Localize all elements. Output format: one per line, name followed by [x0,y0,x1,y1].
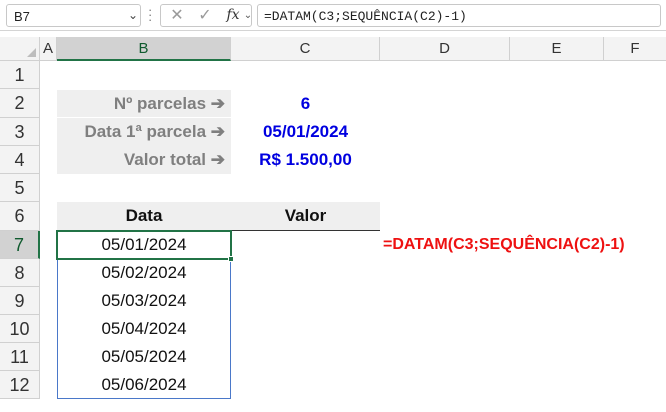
table-header-data: Data [57,202,231,230]
row-header-2[interactable]: 2 [0,89,40,118]
row-header-11[interactable]: 11 [0,343,40,371]
enter-icon[interactable]: ✓ [195,5,215,26]
date-cell-b8[interactable]: 05/02/2024 [57,259,231,287]
cancel-icon[interactable]: ✕ [167,5,187,26]
name-box[interactable]: B7 ⌄ [6,4,141,27]
select-all-corner[interactable] [0,37,40,61]
row-header-6[interactable]: 6 [0,202,40,231]
column-header-a[interactable]: A [40,37,57,61]
more-options-icon[interactable]: · · · [148,3,152,26]
row-header-3[interactable]: 3 [0,118,40,146]
row-header-12[interactable]: 12 [0,371,40,399]
date-cell-b11[interactable]: 05/05/2024 [57,343,231,371]
param-value-first-date[interactable]: 05/01/2024 [231,118,380,146]
param-value-total[interactable]: R$ 1.500,00 [231,146,380,174]
formula-annotation: =DATAM(C3;SEQUÊNCIA(C2)-1) [383,236,625,253]
row-header-10[interactable]: 10 [0,315,40,343]
chevron-down-icon[interactable]: ⌄ [126,8,140,22]
date-cell-b9[interactable]: 05/03/2024 [57,287,231,315]
column-header-e[interactable]: E [510,37,604,61]
date-cell-b12[interactable]: 05/06/2024 [57,371,231,398]
name-box-value: B7 [14,9,30,24]
row-header-5[interactable]: 5 [0,174,40,202]
row-header-9[interactable]: 9 [0,287,40,315]
formula-text: =DATAM(C3;SEQUÊNCIA(C2)-1) [264,9,467,24]
row-header-8[interactable]: 8 [0,259,40,287]
param-label-first-date: Data 1ª parcela ➔ [57,118,231,146]
row-header-4[interactable]: 4 [0,146,40,174]
row-header-1[interactable]: 1 [0,61,40,89]
column-header-b[interactable]: B [57,37,231,61]
column-header-c[interactable]: C [231,37,380,61]
formula-input[interactable]: =DATAM(C3;SEQUÊNCIA(C2)-1) [257,4,661,27]
row-header-7[interactable]: 7 [0,231,40,259]
formula-buttons: ✕ ✓ fx ⌄ [160,4,252,27]
formula-bar: B7 ⌄ · · · ✕ ✓ fx ⌄ =DATAM(C3;SEQUÊNCIA(C2… [0,0,666,31]
param-label-installments: Nº parcelas ➔ [57,90,231,117]
insert-function-icon[interactable]: fx [221,5,245,26]
param-value-installments[interactable]: 6 [231,90,380,117]
date-cell-b10[interactable]: 05/04/2024 [57,315,231,343]
column-header-d[interactable]: D [380,37,510,61]
fill-handle[interactable] [228,256,234,262]
function-chevron-icon[interactable]: ⌄ [243,5,253,26]
column-header-f[interactable]: F [604,37,666,61]
param-label-total: Valor total ➔ [57,146,231,174]
active-cell-border [56,230,232,260]
table-header-valor: Valor [231,202,380,230]
